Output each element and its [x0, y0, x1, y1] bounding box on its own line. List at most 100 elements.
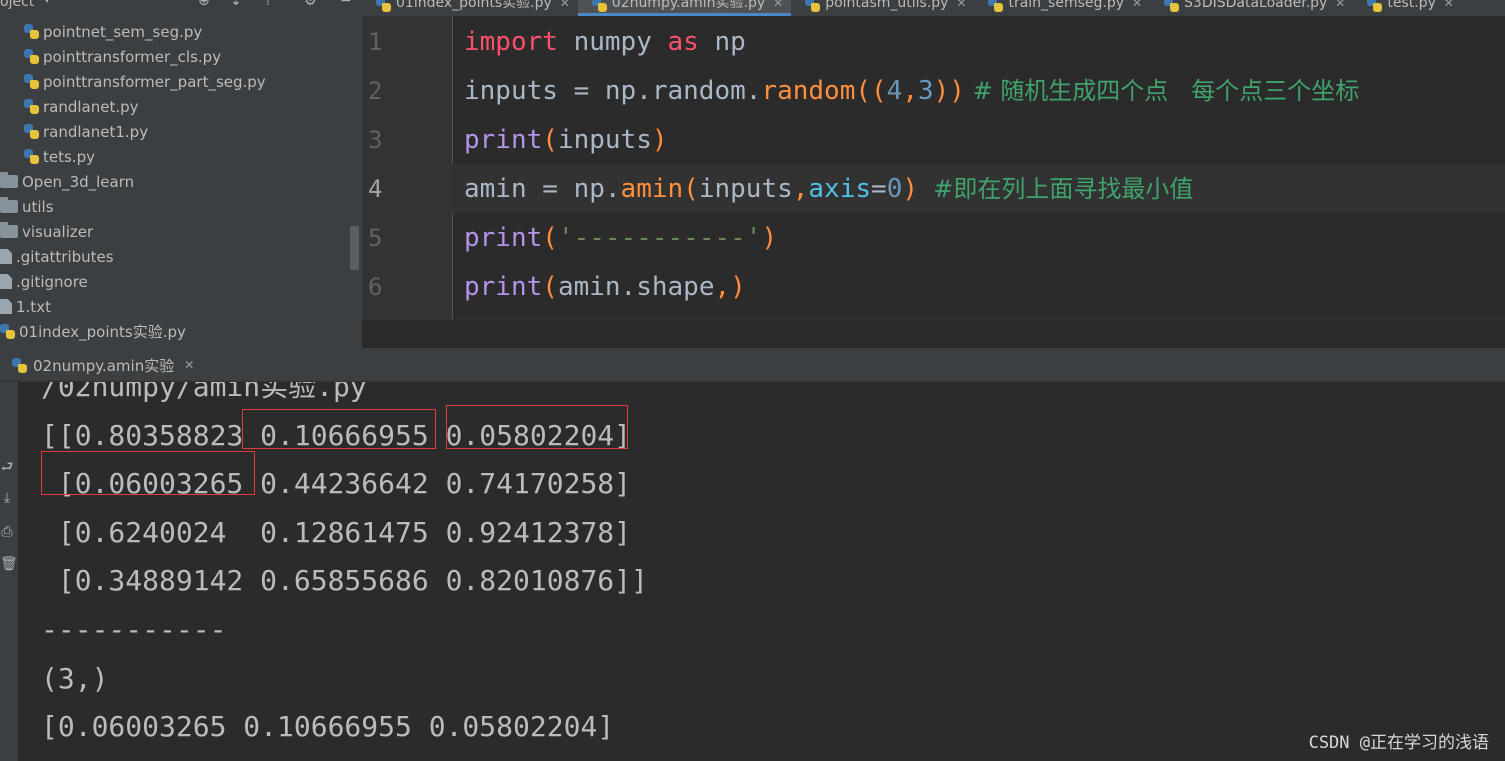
highlight-box-col1-min — [41, 451, 255, 495]
code-token: as — [667, 27, 699, 57]
code-token: '-----------' — [557, 223, 762, 253]
tree-item[interactable]: visualizer — [0, 219, 93, 244]
close-icon[interactable]: ✕ — [560, 0, 570, 9]
close-icon[interactable]: ✕ — [773, 0, 783, 9]
code-token: ( — [542, 223, 558, 253]
code-token: axis — [808, 174, 872, 204]
sidebar-scrollbar[interactable] — [350, 226, 359, 270]
tree-item-label: tets.py — [43, 147, 95, 166]
file-icon — [0, 299, 12, 314]
run-toolbar: ⮐ ⤓ ⎙ 🗑 — [0, 382, 18, 761]
tree-item[interactable]: 1.txt — [0, 294, 51, 319]
editor-tab[interactable]: S3DISDataLoader.py ✕ — [1150, 0, 1353, 16]
tree-item-label: pointnet_sem_seg.py — [43, 22, 203, 41]
python-file-icon — [24, 124, 39, 139]
code-token: ,) — [714, 272, 746, 302]
tree-item[interactable]: tets.py — [24, 144, 95, 169]
code-line[interactable]: import numpy as np — [464, 18, 746, 67]
print-icon[interactable]: ⎙ — [0, 524, 14, 542]
run-tab[interactable]: 02numpy.amin实验 ✕ — [0, 348, 204, 382]
delete-icon[interactable]: 🗑 — [0, 556, 18, 574]
code-token: inputs — [557, 125, 652, 155]
project-tree: pointnet_sem_seg.py pointtransformer_cls.… — [0, 16, 362, 348]
code-editor[interactable]: 123456 import numpy as np inputs = np.ran… — [362, 16, 1505, 319]
editor-tab[interactable]: pointasm_utils.py ✕ — [791, 0, 974, 16]
code-token: np — [698, 27, 746, 57]
code-line[interactable]: inputs = np.random.random((4,3)) # 随机生成四… — [464, 67, 1359, 116]
editor-tab-label: test.py — [1387, 0, 1436, 11]
run-console-output[interactable]: /02numpy/amin实验.py [[0.80358823 0.1066695… — [18, 382, 1505, 761]
editor-tab-label: 01index_points实验.py — [396, 0, 552, 11]
scroll-to-end-icon[interactable]: ⤓ — [0, 490, 14, 508]
tree-item[interactable]: randlanet.py — [24, 94, 139, 119]
tree-item[interactable]: 01index_points实验.py — [0, 319, 186, 344]
code-token: ) — [651, 125, 668, 155]
highlight-box-col3-min — [446, 405, 628, 449]
python-file-icon — [988, 0, 1004, 12]
editor-tab[interactable]: test.py ✕ — [1353, 0, 1462, 16]
tree-item[interactable]: utils — [0, 194, 54, 219]
editor-bottom-area — [362, 319, 1505, 348]
code-token: = — [871, 174, 887, 204]
tree-item[interactable]: .gitignore — [0, 269, 88, 294]
code-token: ( — [542, 125, 558, 155]
close-icon[interactable]: ✕ — [956, 0, 966, 9]
python-file-icon — [24, 99, 39, 114]
code-token: import — [464, 27, 558, 57]
tree-item-label: 1.txt — [16, 297, 51, 316]
chevron-down-icon[interactable]: ▾ — [44, 0, 50, 6]
file-icon — [0, 274, 12, 289]
tree-item[interactable]: pointnet_sem_seg.py — [24, 19, 202, 44]
code-token: # — [964, 77, 1001, 105]
code-token: random — [761, 76, 856, 106]
folder-icon — [0, 197, 18, 213]
tree-item-label: Open_3d_learn — [22, 172, 135, 191]
project-view-label[interactable]: oject — [0, 0, 34, 10]
editor-tab[interactable]: 01index_points实验.py ✕ — [362, 0, 578, 16]
close-icon[interactable]: ✕ — [1335, 0, 1345, 9]
folder-icon — [0, 172, 18, 188]
tree-item[interactable]: pointtransformer_cls.py — [24, 44, 221, 69]
python-file-icon — [24, 24, 39, 39]
tree-item-label: pointtransformer_cls.py — [43, 47, 222, 66]
soft-wrap-icon[interactable]: ⮐ — [0, 456, 14, 475]
code-token: print — [464, 223, 543, 253]
close-icon[interactable]: ✕ — [1132, 0, 1142, 9]
tree-item[interactable]: Open_3d_learn — [0, 169, 134, 194]
code-line[interactable]: print(inputs) — [464, 116, 668, 165]
code-token: 4 — [886, 76, 903, 106]
expand-icon[interactable]: ⇡ — [262, 0, 274, 9]
console-line: /02numpy/amin实验.py — [41, 382, 367, 403]
code-token: ) — [761, 223, 778, 253]
code-line[interactable]: amin = np.amin(inputs,axis=0) #即在列上面寻找最小… — [464, 165, 1193, 214]
close-icon[interactable]: ✕ — [1444, 0, 1454, 9]
line-number: 4 — [368, 175, 383, 203]
python-file-icon — [0, 324, 15, 339]
code-line[interactable]: print(amin.shape,) — [464, 263, 746, 312]
globe-icon[interactable]: ⊕ — [198, 0, 210, 9]
tree-item-label: 01index_points实验.py — [19, 323, 186, 341]
code-token: , — [902, 76, 918, 106]
python-file-icon — [1164, 0, 1180, 12]
line-number: 2 — [368, 77, 383, 105]
tree-item[interactable]: randlanet1.py — [24, 119, 148, 144]
code-token: ( — [542, 272, 558, 302]
close-icon[interactable]: ✕ — [184, 358, 194, 372]
tree-item-label: randlanet.py — [43, 97, 139, 116]
tree-item[interactable]: .gitattributes — [0, 244, 114, 269]
minus-icon[interactable]: − — [340, 0, 352, 9]
editor-tab[interactable]: 02numpy.amin实验.py ✕ — [577, 0, 792, 16]
code-token: (( — [855, 76, 887, 106]
code-token: ) — [902, 174, 918, 204]
editor-tab[interactable]: train_semseg.py ✕ — [974, 0, 1150, 16]
python-file-icon — [591, 0, 607, 12]
tree-item[interactable]: pointtransformer_part_seg.py — [24, 69, 266, 94]
code-token: , — [792, 174, 809, 204]
code-token: #即在列上面寻找最小值 — [918, 175, 1194, 203]
code-token: ( — [683, 174, 699, 204]
collapse-icon[interactable]: ⇣ — [230, 0, 242, 9]
file-icon — [0, 249, 12, 264]
line-number: 1 — [368, 28, 383, 56]
gear-icon[interactable]: ⚙ — [304, 0, 317, 9]
code-line[interactable]: print('-----------') — [464, 214, 777, 263]
